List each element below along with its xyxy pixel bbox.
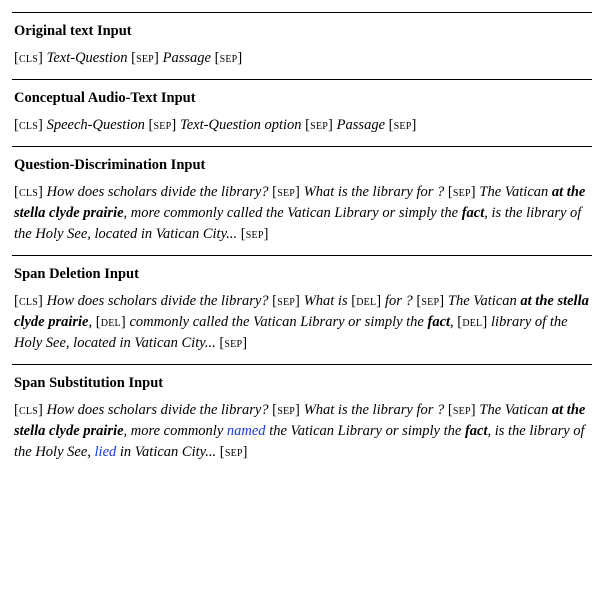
del-token: [del] [96,314,126,330]
q1: How does scholars divide the library? [47,293,269,309]
substituted-word: lied [95,444,117,460]
section-span-deletion: Span Deletion Input [cls] How does schol… [12,255,592,364]
passage-part: the Vatican Library or simply the [269,423,461,439]
sep-token: [sep] [219,335,247,351]
sep-token: [sep] [131,50,159,66]
section-body: [cls] How does scholars divide the libra… [14,182,590,245]
section-original-text: Original text Input [cls] Text-Question … [12,12,592,79]
passage-part: commonly called the Vatican Library or s… [129,314,423,330]
section-body: [cls] Text-Question [sep] Passage [sep] [14,48,590,69]
section-question-discrimination: Question-Discrimination Input [cls] How … [12,146,592,255]
passage-part: The Vatican [479,184,548,200]
section-body: [cls] Speech-Question [sep] Text-Questio… [14,115,590,136]
bold-span: fact [465,423,488,439]
passage: Passage [163,50,211,66]
bold-span: fact [462,205,485,221]
q1: How does scholars divide the library? [47,184,269,200]
cls-token: [cls] [14,50,43,66]
section-body: [cls] How does scholars divide the libra… [14,291,590,354]
sep-token: [sep] [448,402,476,418]
q2a: What is [304,293,348,309]
text-question-option: Text-Question option [180,117,302,133]
text-question: Text-Question [47,50,128,66]
sep-token: [sep] [416,293,444,309]
section-title: Span Substitution Input [14,373,590,394]
passage-part: The Vatican [479,402,548,418]
q2: What is the library for ? [304,184,445,200]
sep-token: [sep] [215,50,243,66]
passage-part: , [89,314,93,330]
cls-token: [cls] [14,184,43,200]
cls-token: [cls] [14,293,43,309]
sep-token: [sep] [220,444,248,460]
section-body: [cls] How does scholars divide the libra… [14,400,590,463]
section-title: Span Deletion Input [14,264,590,285]
speech-question: Speech-Question [47,117,145,133]
section-title: Question-Discrimination Input [14,155,590,176]
q2: What is the library for ? [304,402,445,418]
q2b: for ? [385,293,413,309]
passage-part: , more commonly [124,423,224,439]
passage-part: in Vatican City... [120,444,216,460]
sep-token: [sep] [272,293,300,309]
substituted-word: named [227,423,266,439]
bold-span: fact [428,314,451,330]
sep-token: [sep] [448,184,476,200]
del-token: [del] [351,293,381,309]
sep-token: [sep] [272,402,300,418]
section-title: Conceptual Audio-Text Input [14,88,590,109]
section-span-substitution: Span Substitution Input [cls] How does s… [12,364,592,473]
del-token: [del] [457,314,487,330]
sep-token: [sep] [149,117,177,133]
q1: How does scholars divide the library? [47,402,269,418]
passage-part: The Vatican [448,293,517,309]
passage: Passage [337,117,385,133]
passage-part: , more commonly called the Vatican Libra… [124,205,459,221]
sep-token: [sep] [241,226,269,242]
cls-token: [cls] [14,402,43,418]
cls-token: [cls] [14,117,43,133]
section-conceptual-audio: Conceptual Audio-Text Input [cls] Speech… [12,79,592,146]
sep-token: [sep] [389,117,417,133]
section-title: Original text Input [14,21,590,42]
sep-token: [sep] [272,184,300,200]
passage-part: , [450,314,454,330]
sep-token: [sep] [305,117,333,133]
